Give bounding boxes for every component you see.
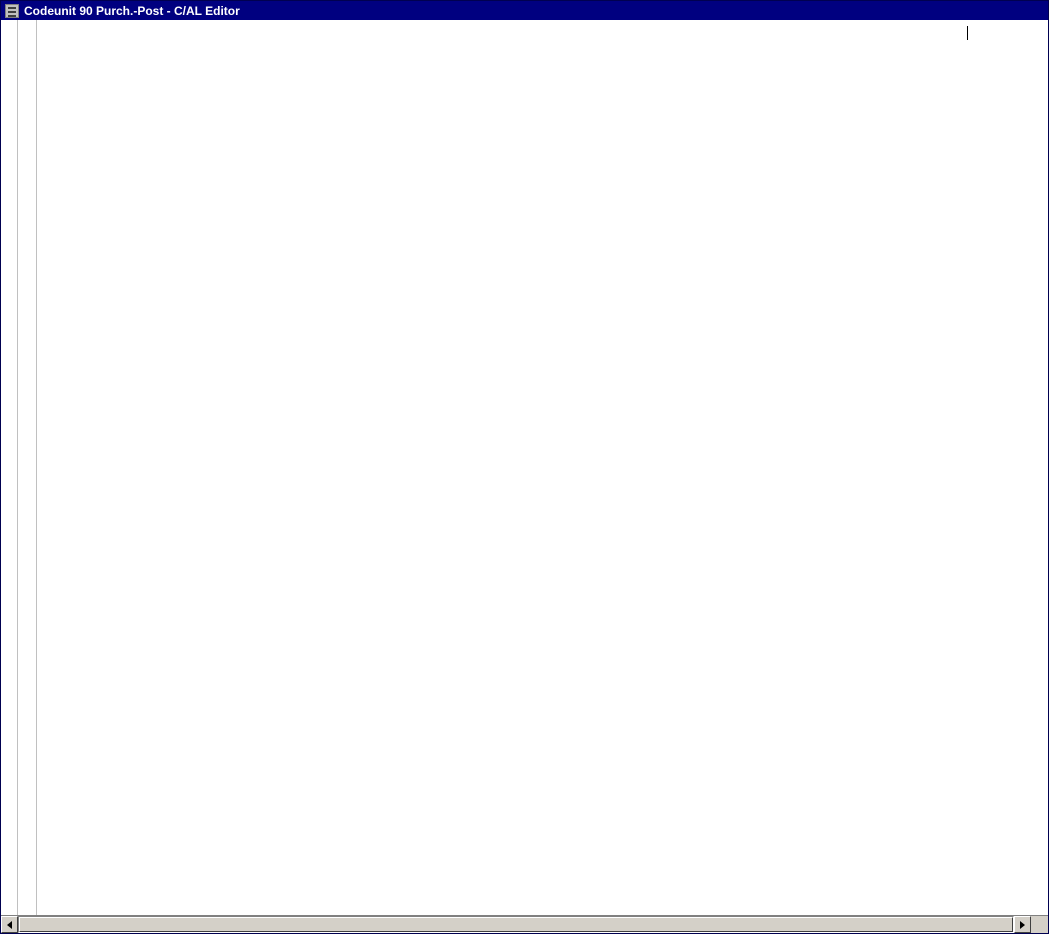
scroll-track[interactable] [18, 916, 1014, 933]
scroll-thumb[interactable] [19, 917, 1013, 932]
horizontal-scrollbar[interactable] [1, 915, 1048, 933]
scroll-left-button[interactable] [1, 916, 18, 933]
code-text[interactable] [37, 20, 1048, 28]
indicator-gutter[interactable] [18, 20, 37, 915]
text-caret [967, 26, 968, 40]
editor-window: Codeunit 90 Purch.-Post - C/AL Editor [0, 0, 1049, 934]
arrow-left-icon [7, 921, 12, 929]
code-area[interactable] [37, 20, 1048, 915]
client-area [1, 20, 1048, 915]
scroll-corner [1031, 916, 1048, 933]
arrow-right-icon [1020, 921, 1025, 929]
title-bar[interactable]: Codeunit 90 Purch.-Post - C/AL Editor [1, 1, 1048, 20]
system-menu-icon[interactable] [5, 4, 19, 18]
scroll-right-button[interactable] [1014, 916, 1031, 933]
window-title: Codeunit 90 Purch.-Post - C/AL Editor [24, 4, 240, 18]
breakpoint-gutter[interactable] [1, 20, 18, 915]
